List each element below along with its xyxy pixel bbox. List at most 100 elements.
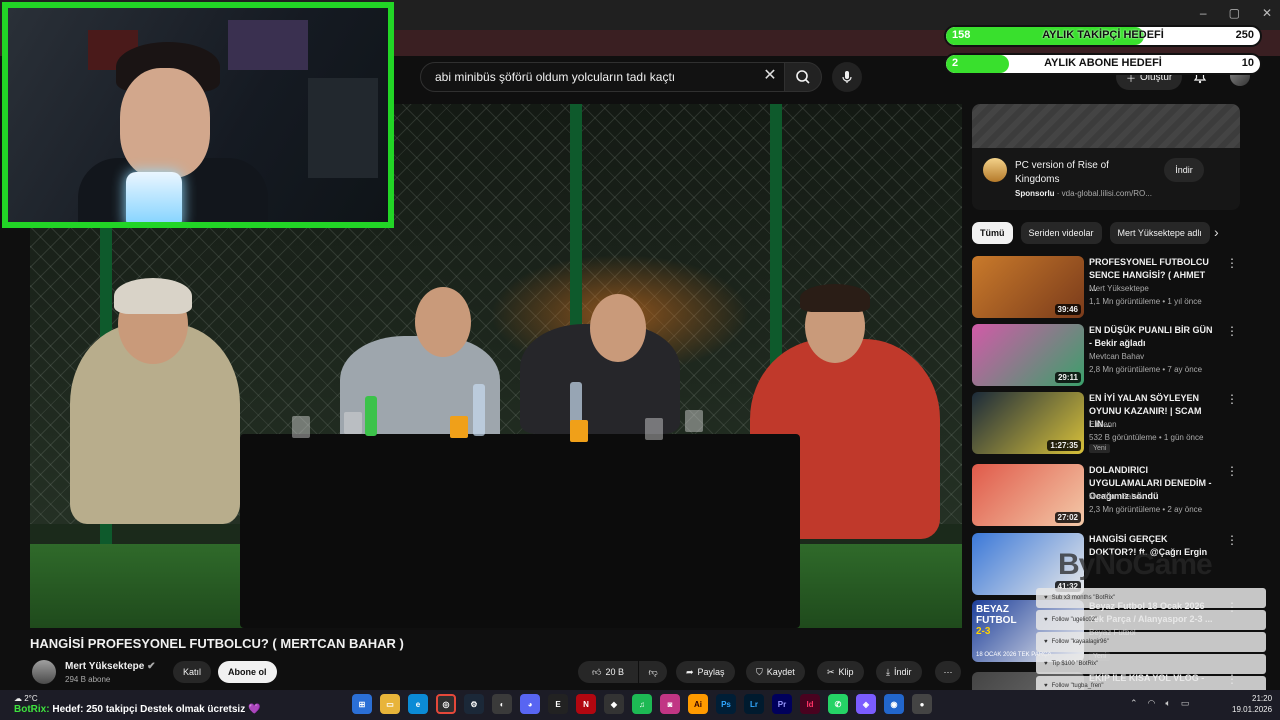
- more-icon[interactable]: ⋮: [1226, 324, 1238, 338]
- app-icon[interactable]: ◐: [492, 694, 512, 714]
- volume-icon[interactable]: 🔈︎: [1165, 698, 1170, 709]
- lightroom-icon[interactable]: Lr: [744, 694, 764, 714]
- obs-icon[interactable]: ●: [912, 694, 932, 714]
- app-icon[interactable]: ◈: [856, 694, 876, 714]
- recommendation-channel[interactable]: Mert Yüksektepe: [1089, 284, 1149, 293]
- glass: [292, 416, 310, 438]
- recommendation-channel[interactable]: Mevtcan Bahav: [1089, 492, 1144, 501]
- indesign-icon[interactable]: Id: [800, 694, 820, 714]
- minimize-button[interactable]: –: [1200, 6, 1207, 20]
- taskbar-apps: ⊞ ▭ e ◎ ⚙ ◐ ◕ E N ◆ ♫ ◙ Ai Ps Lr Pr Id ✆…: [352, 694, 932, 714]
- recommendation-meta: 1,1 Mn görüntüleme • 1 yıl önce: [1089, 297, 1202, 306]
- like-button[interactable]: 👍︎ 20 B: [578, 661, 638, 683]
- scissors-icon: ✂: [827, 666, 835, 677]
- app-icon[interactable]: ◆: [604, 694, 624, 714]
- close-button[interactable]: ✕: [1262, 6, 1272, 20]
- photoshop-icon[interactable]: Ps: [716, 694, 736, 714]
- epic-games-icon[interactable]: E: [548, 694, 568, 714]
- weather-widget[interactable]: ☁ 2°C: [14, 694, 38, 703]
- clock-time: 21:20: [1252, 694, 1273, 703]
- follower-goal-bar: 158 AYLIK TAKİPÇİ HEDEFİ 250: [944, 25, 1262, 47]
- search-icon: [796, 70, 810, 84]
- clock[interactable]: 21:20 19.01.2026: [1232, 693, 1272, 715]
- download-button[interactable]: ⤓ İndir: [876, 661, 922, 683]
- recommendation-title[interactable]: EN DÜŞÜK PUANLI BİR GÜN - Bekir ağladı: [1089, 324, 1215, 350]
- person-right-hair: [800, 284, 870, 312]
- video-duration: 27:02: [1054, 512, 1081, 523]
- premiere-icon[interactable]: Pr: [772, 694, 792, 714]
- more-icon[interactable]: ⋮: [1226, 256, 1238, 270]
- stream-watermark: ByNoGame: [1058, 548, 1213, 581]
- video-duration: 39:46: [1054, 304, 1081, 315]
- ad-banner[interactable]: [972, 104, 1240, 148]
- wall-poster: [228, 20, 308, 70]
- netflix-icon[interactable]: N: [576, 694, 596, 714]
- alert-item: ♥ Tip $100 "BotRix": [1036, 654, 1266, 674]
- file-explorer-icon[interactable]: ▭: [380, 694, 400, 714]
- app-icon[interactable]: ◉: [884, 694, 904, 714]
- discord-icon[interactable]: ◕: [520, 694, 540, 714]
- heart-icon: ♥: [1044, 639, 1048, 645]
- system-tray: ⌃ ◠ 🔈︎ ▭: [1130, 698, 1189, 709]
- whatsapp-icon[interactable]: ✆: [828, 694, 848, 714]
- search-button[interactable]: [784, 62, 822, 92]
- chip-series[interactable]: Seriden videolar: [1020, 222, 1102, 244]
- chrome-icon[interactable]: ◎: [436, 694, 456, 714]
- more-icon[interactable]: ⋮: [1226, 392, 1238, 406]
- recommendation-meta: 2,8 Mn görüntüleme • 7 ay önce: [1089, 365, 1203, 374]
- chevron-up-icon[interactable]: ⌃: [1130, 698, 1138, 709]
- spotify-icon[interactable]: ♫: [632, 694, 652, 714]
- dislike-button[interactable]: 👎︎: [639, 661, 667, 683]
- streamer-face: [120, 68, 210, 178]
- chip-channel[interactable]: Mert Yüksektepe adlı: [1109, 222, 1210, 244]
- recommendation-thumbnail[interactable]: 39:46: [972, 256, 1084, 318]
- save-button[interactable]: ⛉ Kaydet: [746, 661, 805, 683]
- recommendation-thumbnail[interactable]: 1:27:35: [972, 392, 1084, 454]
- thumbs-up-icon: 👍︎: [592, 666, 602, 677]
- clip-button[interactable]: ✂ Klip: [817, 661, 864, 683]
- maximize-button[interactable]: ▢: [1229, 6, 1240, 20]
- glass: [344, 412, 362, 434]
- share-label: Paylaş: [697, 667, 725, 677]
- bottle-green: [365, 396, 377, 436]
- recommendation-channel[interactable]: Mevtcan Bahav: [1089, 352, 1144, 361]
- illustrator-icon[interactable]: Ai: [688, 694, 708, 714]
- more-icon[interactable]: ⋮: [1226, 533, 1238, 547]
- recommendation-item[interactable]: 27:02 DOLANDIRICI UYGULAMALARI DENEDİM - …: [972, 464, 1238, 526]
- voice-search-button[interactable]: [832, 62, 862, 92]
- clock-date: 19.01.2026: [1232, 705, 1273, 714]
- recommendation-channel[interactable]: Elraenn: [1089, 420, 1117, 429]
- search-input[interactable]: abi minibüs şöförü oldum yolcuların tadı…: [420, 62, 786, 92]
- clear-search-icon[interactable]: ✕: [760, 66, 780, 86]
- more-icon[interactable]: ⋮: [1226, 464, 1238, 478]
- chevron-right-icon[interactable]: ›: [1214, 224, 1219, 240]
- battery-icon[interactable]: ▭: [1181, 698, 1190, 709]
- join-button[interactable]: Katıl: [173, 661, 212, 683]
- clip-label: Klip: [838, 667, 854, 677]
- instagram-icon[interactable]: ◙: [660, 694, 680, 714]
- share-button[interactable]: ➦ Paylaş: [676, 661, 735, 683]
- recommendation-thumbnail[interactable]: 27:02: [972, 464, 1084, 526]
- more-actions-button[interactable]: ⋯: [935, 661, 961, 683]
- recommendation-item[interactable]: 1:27:35 EN İYİ YALAN SÖYLEYEN OYUNU KAZAN…: [972, 392, 1238, 454]
- windows-start-icon[interactable]: ⊞: [352, 694, 372, 714]
- wifi-icon[interactable]: ◠: [1148, 698, 1156, 709]
- steam-icon[interactable]: ⚙: [464, 694, 484, 714]
- edge-icon[interactable]: e: [408, 694, 428, 714]
- follower-goal-label: AYLIK TAKİPÇİ HEDEFİ: [1042, 29, 1164, 41]
- recommendation-thumbnail[interactable]: 29:11: [972, 324, 1084, 386]
- ad-cta-button[interactable]: İndir: [1164, 158, 1204, 182]
- recommendation-meta: 2,3 Mn görüntüleme • 2 ay önce: [1089, 505, 1203, 514]
- recommendation-item[interactable]: 39:46 PROFESYONEL FUTBOLCU SENCE HANGİSİ?…: [972, 256, 1238, 318]
- subscribe-button[interactable]: Abone ol: [218, 661, 277, 683]
- glass: [645, 418, 663, 440]
- recommendation-item[interactable]: 29:11 EN DÜŞÜK PUANLI BİR GÜN - Bekir ağl…: [972, 324, 1238, 386]
- person-center-left-head: [415, 287, 471, 357]
- download-icon: ⤓: [886, 666, 890, 677]
- ad-title[interactable]: PC version of Rise of Kingdoms: [1015, 159, 1155, 187]
- chip-all[interactable]: Tümü: [972, 222, 1013, 244]
- channel-name[interactable]: Mert Yüksektepe ✔: [65, 661, 155, 672]
- save-label: Kaydet: [766, 667, 795, 677]
- person-left-hair: [114, 278, 192, 314]
- channel-avatar[interactable]: [32, 660, 56, 684]
